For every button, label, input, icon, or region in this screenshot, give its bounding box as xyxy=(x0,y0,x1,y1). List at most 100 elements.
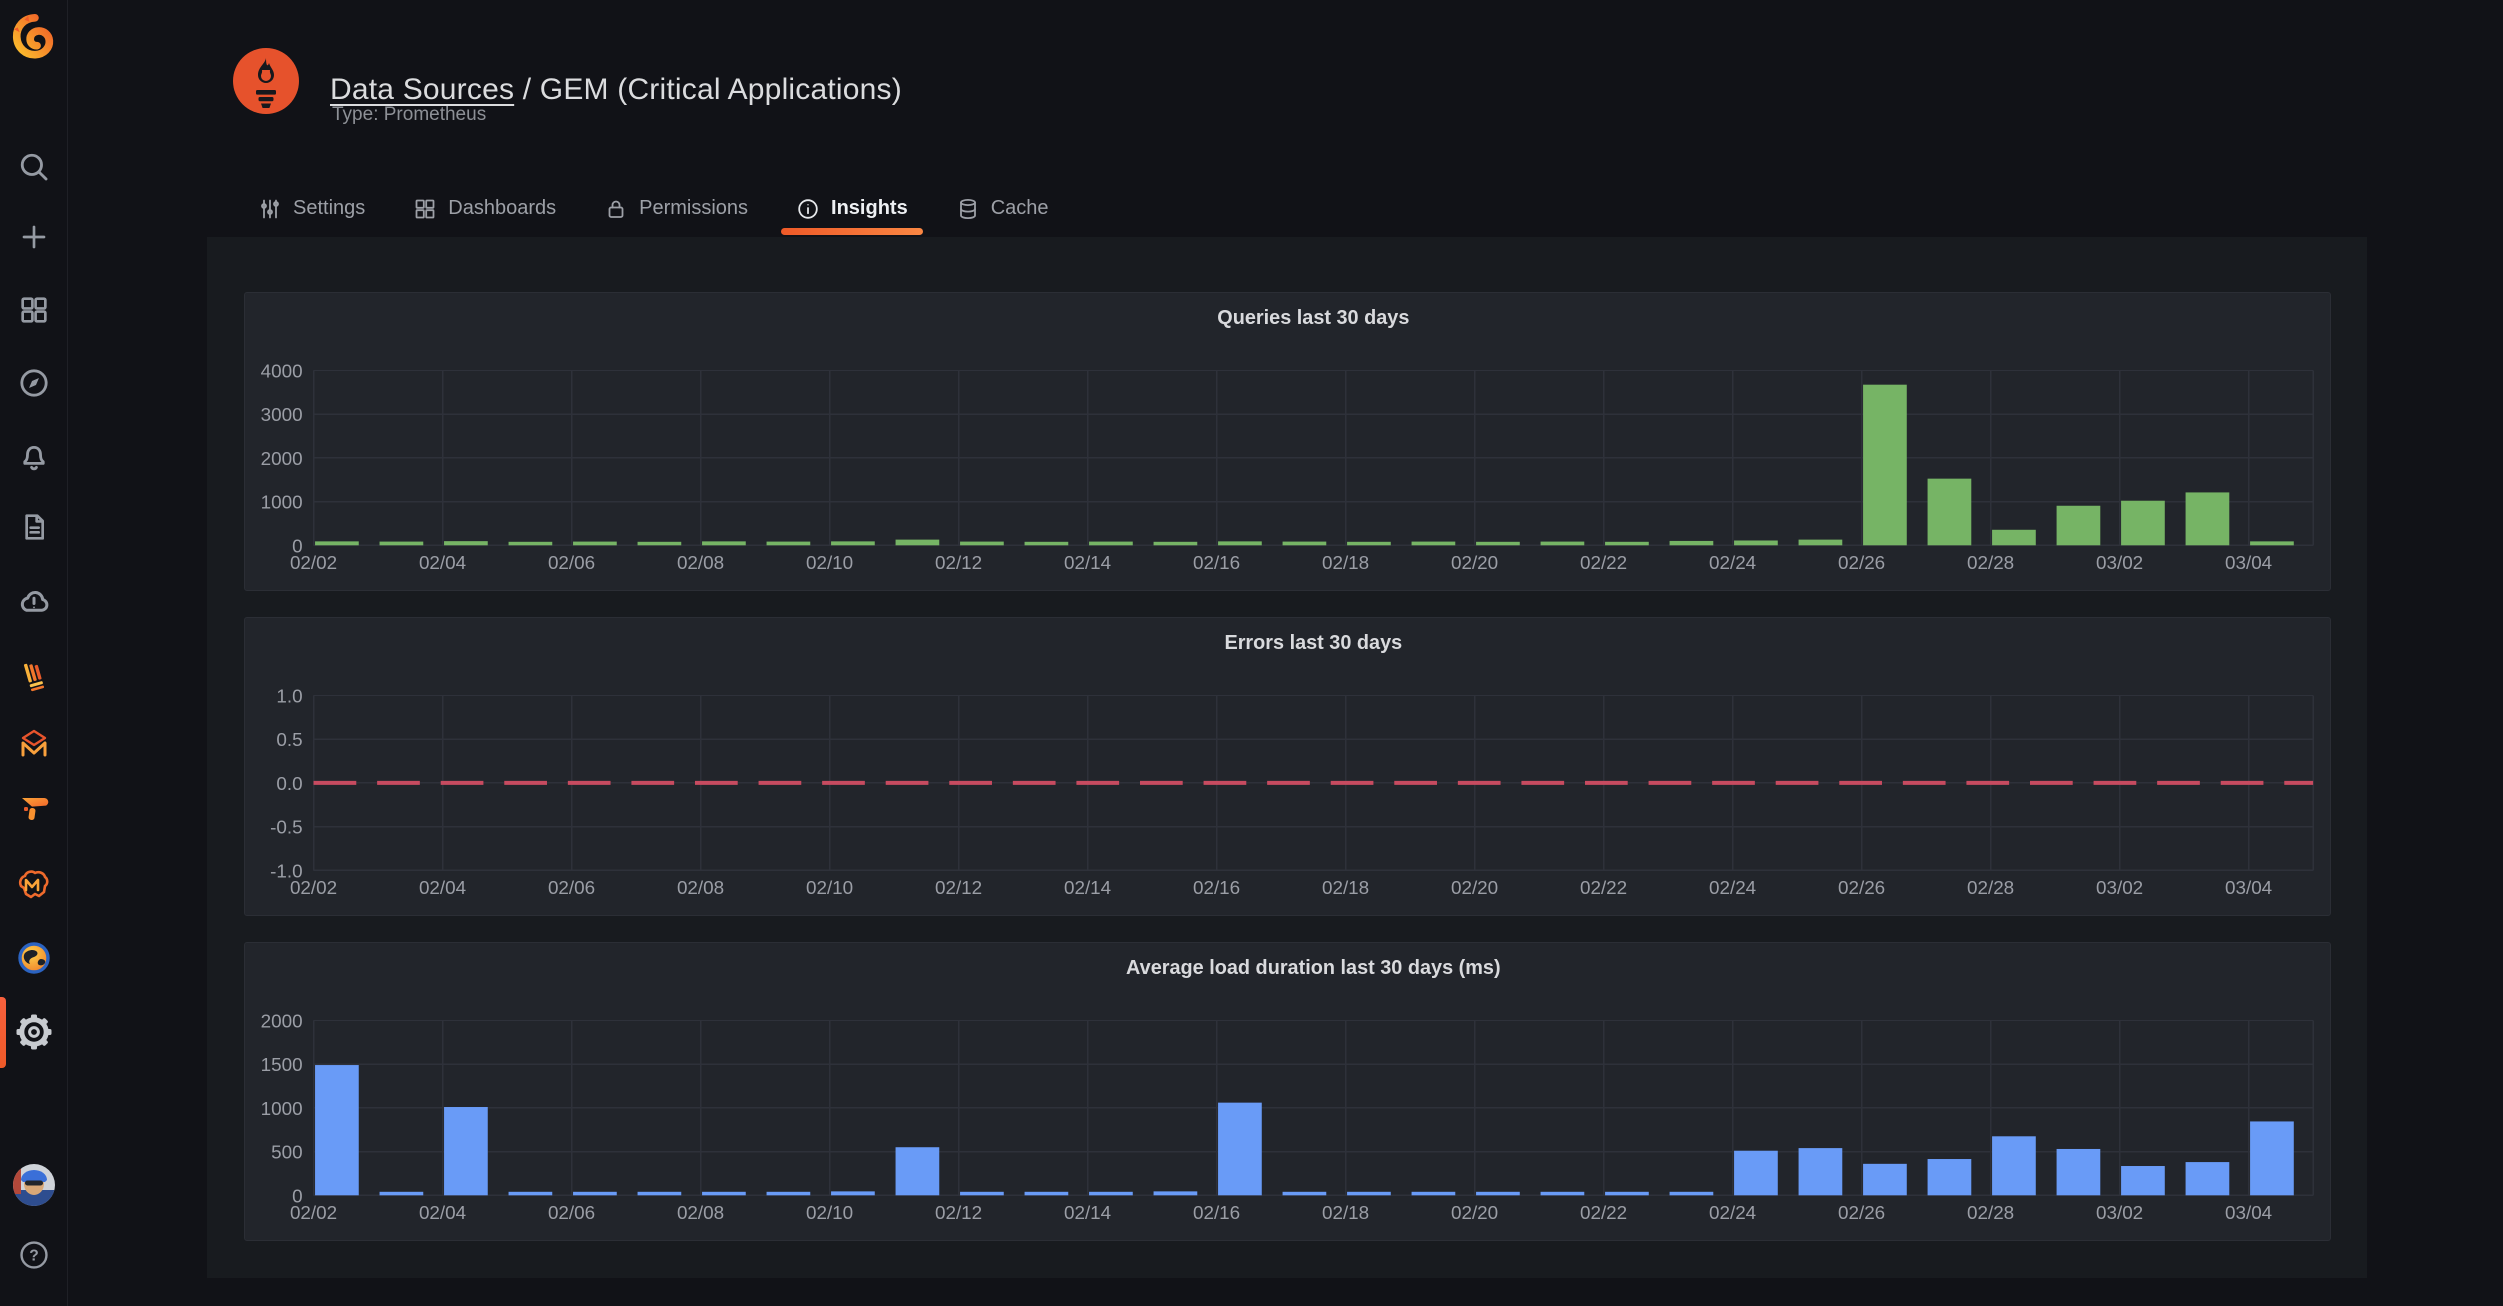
breadcrumb-datasources-link[interactable]: Data Sources xyxy=(330,73,514,106)
bar-02/20 xyxy=(1476,542,1520,545)
x-axis-tick-label: 02/20 xyxy=(1451,552,1498,573)
x-axis-tick-label: 02/16 xyxy=(1193,1202,1240,1223)
plus-icon xyxy=(18,221,50,253)
bar-02/07 xyxy=(638,542,682,545)
sidebar-item-docs[interactable] xyxy=(0,511,67,543)
gear-icon xyxy=(14,1012,54,1052)
bar-02/18 xyxy=(1347,1192,1391,1195)
panel-avg-load-duration: 050010001500200002/0202/0402/0602/0802/1… xyxy=(244,942,2331,1241)
y-axis-tick-label: 1000 xyxy=(261,1098,303,1119)
x-axis-tick-label: 03/04 xyxy=(2225,552,2272,573)
sidebar-item-help[interactable]: ? xyxy=(0,1238,67,1272)
globe-app-logo xyxy=(15,939,53,977)
x-axis-tick-label: 02/06 xyxy=(548,552,595,573)
bar-02/05 xyxy=(509,1192,553,1195)
sidebar-item-create[interactable] xyxy=(0,221,67,253)
bar-02/21 xyxy=(1541,1192,1585,1195)
tempo-logo xyxy=(16,790,52,826)
bar-02/26 xyxy=(1863,1164,1907,1195)
x-axis-tick-label: 02/14 xyxy=(1064,552,1111,573)
sidebar-item-loki[interactable] xyxy=(0,657,67,693)
bar-02/12 xyxy=(960,1192,1004,1195)
x-axis-tick-label: 02/10 xyxy=(806,1202,853,1223)
x-axis-tick-label: 02/12 xyxy=(935,552,982,573)
x-axis-tick-label: 02/24 xyxy=(1709,552,1756,573)
breadcrumb-separator: / xyxy=(514,73,540,106)
sidebar-item-explore[interactable] xyxy=(0,366,67,400)
x-axis-tick-label: 02/28 xyxy=(1967,1202,2014,1223)
bar-02/05 xyxy=(509,542,553,545)
sidebar-item-dashboards[interactable] xyxy=(0,294,67,326)
document-icon xyxy=(18,511,50,543)
cloud-alert-icon xyxy=(16,584,52,620)
bar-02/27 xyxy=(1928,1159,1972,1195)
bar-03/02 xyxy=(2121,501,2165,546)
tab-dashboards-label: Dashboards xyxy=(448,197,556,220)
x-axis-tick-label: 02/22 xyxy=(1580,552,1627,573)
x-axis-tick-label: 02/20 xyxy=(1451,877,1498,898)
tab-insights[interactable]: Insights xyxy=(796,180,908,237)
x-axis-tick-label: 02/12 xyxy=(935,877,982,898)
y-axis-tick-label: 2000 xyxy=(261,1010,303,1031)
x-axis-tick-label: 03/02 xyxy=(2096,1202,2143,1223)
panel-queries: 0100020003000400002/0202/0402/0602/0802/… xyxy=(244,292,2331,591)
bar-02/13 xyxy=(1025,542,1069,545)
bar-02/11 xyxy=(896,1147,940,1195)
y-axis-tick-label: 4000 xyxy=(261,360,303,381)
tab-permissions[interactable]: Permissions xyxy=(604,180,748,237)
panel-errors: -1.0-0.50.00.51.002/0202/0402/0602/0802/… xyxy=(244,617,2331,916)
sidebar-item-machine-learning[interactable] xyxy=(0,864,67,902)
bar-02/04 xyxy=(444,1107,488,1195)
explore-compass-icon xyxy=(17,366,51,400)
y-axis-tick-label: 3000 xyxy=(261,404,303,425)
avg-load-duration-chart: 050010001500200002/0202/0402/0602/0802/1… xyxy=(245,943,2330,1240)
x-axis-tick-label: 03/04 xyxy=(2225,877,2272,898)
chart-title: Average load duration last 30 days (ms) xyxy=(1126,957,1501,979)
bar-02/07 xyxy=(638,1192,682,1195)
queries-chart: 0100020003000400002/0202/0402/0602/0802/… xyxy=(245,293,2330,590)
bar-02/19 xyxy=(1412,1192,1456,1195)
sidebar-item-mimir[interactable] xyxy=(0,723,67,761)
sidebar-item-tempo[interactable] xyxy=(0,790,67,826)
y-axis-tick-label: 0.0 xyxy=(276,773,302,794)
bar-03/03 xyxy=(2186,1162,2230,1195)
bar-03/04 xyxy=(2250,541,2294,545)
tab-cache[interactable]: Cache xyxy=(956,180,1049,237)
bar-02/22 xyxy=(1605,1192,1649,1195)
tab-settings[interactable]: Settings xyxy=(258,180,365,237)
bar-02/08 xyxy=(702,541,746,545)
sidebar-item-cloud-alerts[interactable] xyxy=(0,584,67,620)
bar-02/18 xyxy=(1347,542,1391,545)
x-axis-tick-label: 02/22 xyxy=(1580,1202,1627,1223)
sidebar-item-globe-app[interactable] xyxy=(0,939,67,977)
x-axis-tick-label: 02/04 xyxy=(419,877,466,898)
x-axis-tick-label: 02/16 xyxy=(1193,877,1240,898)
x-axis-tick-label: 02/02 xyxy=(290,877,337,898)
x-axis-tick-label: 02/06 xyxy=(548,877,595,898)
bar-02/16 xyxy=(1218,1103,1262,1196)
sidebar-item-search[interactable] xyxy=(0,150,67,184)
bar-02/15 xyxy=(1154,542,1198,545)
bar-02/25 xyxy=(1799,1148,1843,1195)
x-axis-tick-label: 02/14 xyxy=(1064,877,1111,898)
bar-02/25 xyxy=(1799,540,1843,546)
datasource-tabs: Settings Dashboards Permissions Insights xyxy=(258,180,1097,237)
x-axis-tick-label: 02/02 xyxy=(290,1202,337,1223)
tab-dashboards[interactable]: Dashboards xyxy=(413,180,556,237)
bar-02/23 xyxy=(1670,541,1714,545)
grafana-logo[interactable] xyxy=(0,12,67,60)
x-axis-tick-label: 02/22 xyxy=(1580,877,1627,898)
sidebar-item-alerting[interactable] xyxy=(0,440,67,474)
database-icon xyxy=(956,197,980,221)
sidebar-item-profile[interactable] xyxy=(0,1164,67,1206)
bar-02/20 xyxy=(1476,1192,1520,1195)
bar-03/02 xyxy=(2121,1166,2165,1195)
search-icon xyxy=(17,150,51,184)
tab-permissions-label: Permissions xyxy=(639,197,748,220)
x-axis-tick-label: 02/02 xyxy=(290,552,337,573)
x-axis-tick-label: 02/26 xyxy=(1838,1202,1885,1223)
chart-title: Queries last 30 days xyxy=(1217,307,1409,329)
prometheus-logo xyxy=(233,48,299,114)
sidebar-item-configuration[interactable] xyxy=(0,1012,67,1052)
bar-02/08 xyxy=(702,1192,746,1195)
